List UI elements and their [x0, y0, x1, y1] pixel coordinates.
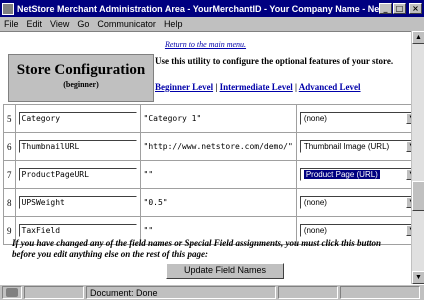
field-type-cell: (none)▼: [295, 188, 411, 217]
component-bar: [340, 286, 420, 299]
special-field-select[interactable]: Thumbnail Image (URL)▼: [299, 140, 411, 153]
advanced-level-link[interactable]: Advanced Level: [299, 82, 361, 92]
field-name-cell: UPSWeight: [14, 188, 141, 217]
minimize-button[interactable]: _: [379, 3, 392, 14]
field-row: 5Category"Category 1"(none)▼: [3, 104, 411, 133]
update-notice: If you have changed any of the field nam…: [12, 238, 382, 259]
menu-go[interactable]: Go: [77, 19, 89, 29]
special-field-value: Thumbnail Image (URL): [303, 142, 390, 151]
intermediate-level-link[interactable]: Intermediate Level: [220, 82, 293, 92]
field-default-value: "0.5": [139, 188, 297, 217]
field-name-cell: Category: [14, 104, 141, 133]
special-field-select[interactable]: (none)▼: [299, 224, 411, 237]
special-field-select[interactable]: (none)▼: [299, 196, 411, 209]
page-title: Store Configuration: [16, 62, 146, 78]
maximize-button[interactable]: □: [393, 3, 406, 14]
title-bar: NetStore Merchant Administration Area - …: [0, 0, 424, 17]
status-spacer: [278, 286, 338, 299]
status-bar: Document: Done: [0, 284, 424, 300]
return-to-main-menu-link[interactable]: Return to the main menu.: [0, 40, 411, 49]
menu-file[interactable]: File: [4, 19, 19, 29]
field-default-value: "http://www.netstore.com/demo/": [139, 132, 297, 161]
status-progress: [24, 286, 84, 299]
vertical-scrollbar[interactable]: ▲ ▼: [411, 31, 424, 284]
scroll-down-icon[interactable]: ▼: [412, 271, 424, 284]
field-name-input[interactable]: ProductPageURL: [18, 168, 137, 181]
field-name-input[interactable]: UPSWeight: [18, 196, 137, 209]
close-button[interactable]: ×: [409, 3, 422, 14]
special-field-value: (none): [303, 114, 327, 123]
window-title: NetStore Merchant Administration Area - …: [17, 3, 379, 14]
field-default-value: "": [139, 160, 297, 189]
field-name-input[interactable]: Category: [18, 112, 137, 125]
field-row: 7ProductPageURL""Product Page (URL)▼: [3, 160, 411, 189]
field-row: 8UPSWeight"0.5"(none)▼: [3, 188, 411, 217]
security-indicator[interactable]: [2, 286, 22, 299]
field-name-input[interactable]: TaxField: [18, 224, 137, 237]
special-field-value: (none): [303, 198, 327, 207]
lock-icon: [6, 288, 18, 297]
beginner-level-link[interactable]: Beginner Level: [155, 82, 213, 92]
status-text: Document: Done: [86, 286, 276, 299]
update-field-names-button[interactable]: Update Field Names: [166, 263, 284, 279]
menu-bar: File Edit View Go Communicator Help: [0, 17, 424, 31]
menu-view[interactable]: View: [50, 19, 69, 29]
page-subtitle: (beginner): [63, 80, 99, 89]
field-number: 6: [3, 132, 16, 161]
fields-table: 5Category"Category 1"(none)▼6ThumbnailUR…: [3, 104, 411, 245]
page-content: Return to the main menu. Store Configura…: [0, 31, 411, 284]
field-type-cell: Thumbnail Image (URL)▼: [295, 132, 411, 161]
field-name-input[interactable]: ThumbnailURL: [18, 140, 137, 153]
field-number: 8: [3, 188, 16, 217]
store-config-header: Store Configuration (beginner): [8, 54, 154, 102]
scroll-up-icon[interactable]: ▲: [412, 31, 424, 44]
intro-text: Use this utility to configure the option…: [155, 56, 394, 66]
field-row: 6 ThumbnailURL "http://www.netstore.com/de…: [3, 132, 411, 161]
special-field-select[interactable]: Product Page (URL)▼: [299, 168, 411, 181]
special-field-select[interactable]: (none)▼: [299, 112, 411, 125]
menu-communicator[interactable]: Communicator: [97, 19, 156, 29]
special-field-value: Product Page (URL): [303, 170, 380, 179]
menu-help[interactable]: Help: [164, 19, 183, 29]
field-number: 7: [3, 160, 16, 189]
level-separator: |: [295, 82, 298, 92]
field-default-value: "Category 1": [139, 104, 297, 133]
netscape-icon: [2, 2, 14, 15]
scroll-thumb[interactable]: [412, 181, 424, 211]
field-number: 5: [3, 104, 16, 133]
field-name-cell: ProductPageURL: [14, 160, 141, 189]
field-name-cell: ThumbnailURL: [14, 132, 141, 161]
special-field-value: (none): [303, 226, 327, 235]
level-links: Beginner Level | Intermediate Level | Ad…: [155, 82, 409, 92]
menu-edit[interactable]: Edit: [27, 19, 43, 29]
field-type-cell: (none)▼: [295, 104, 411, 133]
level-separator: |: [215, 82, 218, 92]
field-type-cell: Product Page (URL)▼: [295, 160, 411, 189]
